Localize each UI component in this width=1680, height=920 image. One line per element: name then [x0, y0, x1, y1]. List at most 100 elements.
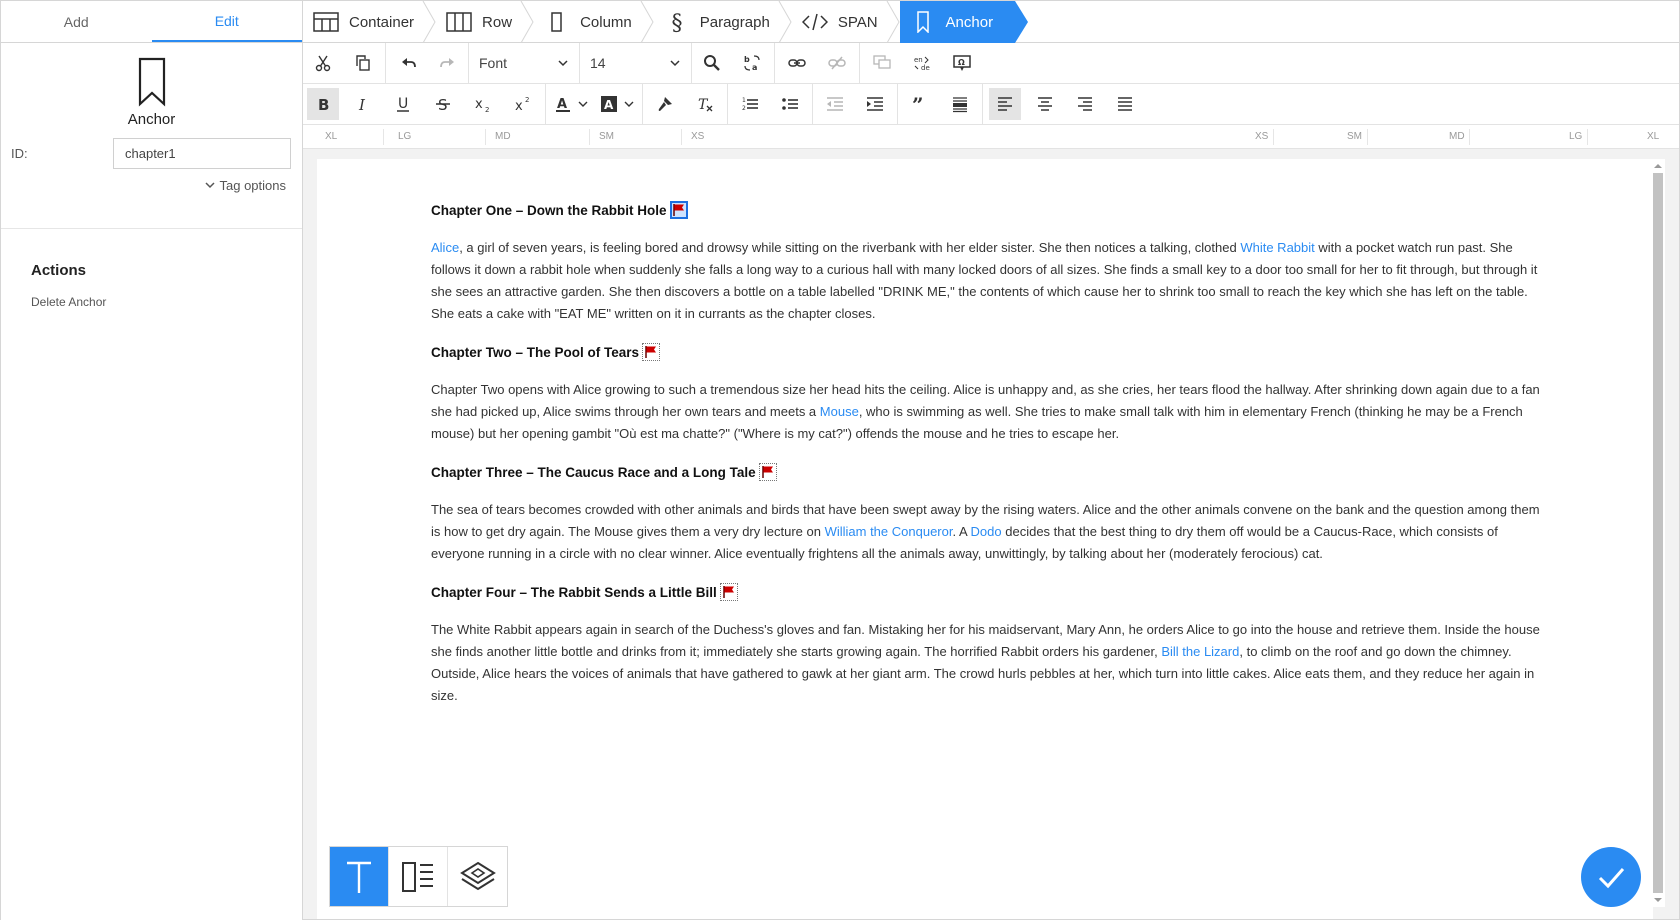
chapter-title: Chapter Three – The Caucus Race and a Lo…: [431, 464, 756, 480]
chevron-down-icon: [558, 60, 568, 67]
align-left-button[interactable]: [989, 88, 1021, 120]
document-content[interactable]: Chapter One – Down the Rabbit Hole Alice…: [431, 199, 1541, 723]
chapter-paragraph[interactable]: Chapter Two opens with Alice growing to …: [431, 379, 1541, 445]
text-color-button[interactable]: A: [554, 95, 588, 113]
undo-icon: [402, 58, 416, 68]
link-bill-the-lizard[interactable]: Bill the Lizard: [1161, 644, 1239, 659]
link-mouse[interactable]: Mouse: [820, 404, 859, 419]
tab-add[interactable]: Add: [1, 1, 152, 42]
copy-formatting-button[interactable]: [649, 88, 681, 120]
find-button[interactable]: [696, 47, 728, 79]
chapter-heading[interactable]: Chapter Three – The Caucus Race and a Lo…: [431, 461, 1541, 483]
link-william-the-conqueror[interactable]: William the Conqueror: [825, 524, 953, 539]
blockquote-button[interactable]: ”: [904, 88, 936, 120]
font-size-select[interactable]: 14: [580, 43, 692, 83]
remove-format-button[interactable]: T: [689, 88, 721, 120]
breadcrumb-container[interactable]: Container: [303, 1, 436, 43]
unlink-button[interactable]: [821, 47, 853, 79]
editor-canvas: Chapter One – Down the Rabbit Hole Alice…: [303, 149, 1679, 919]
translate-button[interactable]: en de: [906, 47, 938, 79]
redo-button[interactable]: [432, 47, 464, 79]
font-size-value: 14: [590, 55, 606, 71]
chapter-heading[interactable]: Chapter Four – The Rabbit Sends a Little…: [431, 581, 1541, 603]
align-right-button[interactable]: [1069, 88, 1101, 120]
chapter-paragraph[interactable]: Alice, a girl of seven years, is feeling…: [431, 237, 1541, 325]
breadcrumb-column[interactable]: Column: [534, 1, 654, 43]
italic-button[interactable]: I: [347, 88, 379, 120]
breakpoint-ruler: XL LG MD SM XS XS SM MD LG XL: [303, 125, 1679, 149]
indent-button[interactable]: [859, 88, 891, 120]
anchor-flag[interactable]: [719, 583, 738, 601]
bold-button[interactable]: B: [307, 88, 339, 120]
chapter-paragraph[interactable]: The White Rabbit appears again in search…: [431, 619, 1541, 707]
breadcrumb-anchor[interactable]: Anchor: [899, 1, 1029, 43]
align-center-icon: [1038, 97, 1052, 111]
indent-icon: [867, 97, 883, 111]
breadcrumb-label: Row: [482, 13, 513, 31]
undo-button[interactable]: [392, 47, 424, 79]
anchor-flag[interactable]: [642, 343, 661, 361]
chapter-paragraph[interactable]: The sea of tears becomes crowded with ot…: [431, 499, 1541, 565]
vertical-scrollbar[interactable]: [1651, 159, 1665, 907]
bulleted-list-button[interactable]: [774, 88, 806, 120]
tab-edit[interactable]: Edit: [151, 1, 302, 42]
block-icon: [953, 97, 967, 113]
ruler-tick: [1469, 129, 1470, 145]
superscript-icon: x2: [515, 96, 529, 113]
paragraph-icon: §: [671, 11, 682, 33]
subscript-button[interactable]: x2: [467, 88, 499, 120]
divider: [727, 84, 728, 124]
svg-text:§: §: [671, 11, 682, 33]
svg-text:x: x: [515, 99, 523, 113]
link-white-rabbit[interactable]: White Rabbit: [1240, 240, 1314, 255]
special-chars-button[interactable]: Ω: [946, 47, 978, 79]
breadcrumb-row[interactable]: Row: [436, 1, 534, 43]
ruler-label: MD: [1449, 131, 1465, 142]
background-color-button[interactable]: A: [600, 95, 634, 113]
cut-button[interactable]: [307, 47, 339, 79]
bold-icon: B: [318, 96, 329, 113]
underline-button[interactable]: U: [387, 88, 419, 120]
scrollbar-thumb[interactable]: [1653, 173, 1663, 893]
replace-button[interactable]: ba: [736, 47, 768, 79]
divider: [642, 84, 643, 124]
div-block-button[interactable]: [944, 88, 976, 120]
confirm-button[interactable]: [1581, 847, 1641, 907]
link-button[interactable]: [781, 47, 813, 79]
svg-text:2: 2: [485, 106, 489, 113]
strikethrough-button[interactable]: S: [427, 88, 459, 120]
link-dodo[interactable]: Dodo: [971, 524, 1002, 539]
delete-anchor-link[interactable]: Delete Anchor: [31, 295, 302, 309]
outdent-button[interactable]: [819, 88, 851, 120]
scroll-up-icon[interactable]: [1653, 161, 1663, 171]
numbered-list-button[interactable]: 12: [734, 88, 766, 120]
structure-mode-button[interactable]: [389, 847, 448, 906]
document-page[interactable]: Chapter One – Down the Rabbit Hole Alice…: [317, 159, 1653, 919]
id-input[interactable]: [113, 138, 291, 169]
breadcrumb-paragraph[interactable]: § Paragraph: [654, 1, 792, 43]
element-header: Anchor: [1, 43, 302, 128]
ruler-tick: [485, 129, 486, 145]
text-mode-button[interactable]: [330, 847, 389, 906]
align-center-button[interactable]: [1029, 88, 1061, 120]
chapter-heading[interactable]: Chapter One – Down the Rabbit Hole: [431, 199, 1541, 221]
anchor-flag[interactable]: [669, 201, 688, 219]
copy-button[interactable]: [347, 47, 379, 79]
scroll-down-icon[interactable]: [1653, 895, 1663, 905]
unlink-icon: [828, 56, 846, 70]
tag-options-toggle[interactable]: Tag options: [1, 178, 302, 193]
ruler-label: LG: [398, 131, 412, 142]
comments-button[interactable]: [866, 47, 898, 79]
layers-mode-button[interactable]: [448, 847, 507, 906]
ruler-label: SM: [599, 131, 614, 142]
chapter-heading[interactable]: Chapter Two – The Pool of Tears: [431, 341, 1541, 363]
svg-text:B: B: [318, 96, 329, 113]
anchor-flag[interactable]: [758, 463, 777, 481]
svg-text:U: U: [398, 96, 408, 112]
justify-button[interactable]: [1109, 88, 1141, 120]
font-select[interactable]: Font: [468, 43, 580, 83]
link-alice[interactable]: Alice: [431, 240, 459, 255]
view-mode-toolbar: [329, 846, 508, 907]
breadcrumb-span[interactable]: SPAN: [792, 1, 900, 43]
superscript-button[interactable]: x2: [507, 88, 539, 120]
